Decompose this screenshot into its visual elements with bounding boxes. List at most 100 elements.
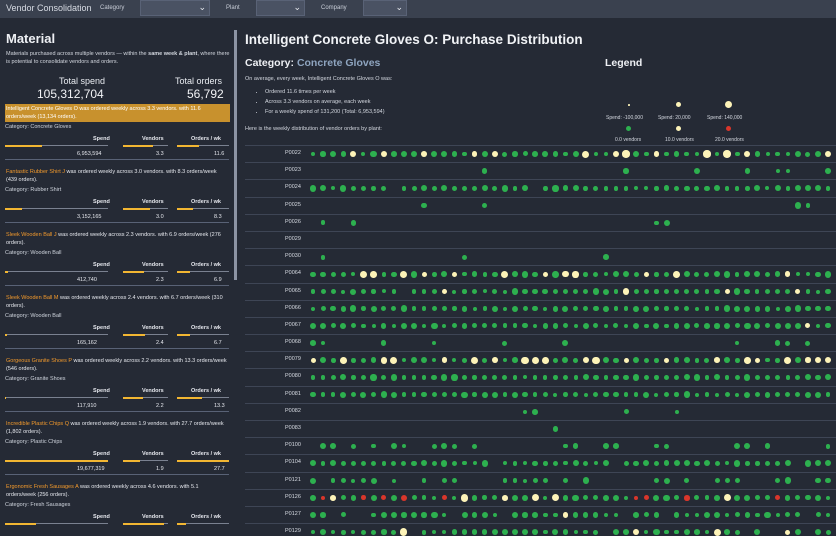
- left-scrollbar[interactable]: [234, 30, 237, 280]
- week-order-dot[interactable]: [825, 271, 832, 278]
- week-order-dot[interactable]: [501, 270, 509, 278]
- week-order-dot[interactable]: [411, 357, 417, 364]
- week-order-dot[interactable]: [794, 150, 802, 158]
- week-order-dot[interactable]: [411, 289, 417, 294]
- week-order-dot[interactable]: [663, 288, 670, 295]
- week-order-dot[interactable]: [744, 168, 750, 174]
- week-order-dot[interactable]: [330, 494, 336, 501]
- week-order-dot[interactable]: [562, 374, 569, 381]
- week-order-dot[interactable]: [472, 443, 477, 449]
- week-order-dot[interactable]: [563, 151, 568, 157]
- week-order-dot[interactable]: [714, 288, 720, 295]
- week-order-dot[interactable]: [805, 357, 811, 363]
- week-order-dot[interactable]: [734, 460, 741, 467]
- week-order-dot[interactable]: [815, 374, 821, 381]
- week-order-dot[interactable]: [421, 151, 427, 157]
- week-order-dot[interactable]: [310, 375, 316, 380]
- week-order-dot[interactable]: [815, 391, 821, 398]
- week-order-dot[interactable]: [794, 185, 801, 192]
- week-order-dot[interactable]: [784, 305, 791, 312]
- week-order-dot[interactable]: [583, 288, 589, 295]
- week-order-dot[interactable]: [724, 512, 730, 518]
- week-order-dot[interactable]: [572, 288, 579, 295]
- week-order-dot[interactable]: [794, 202, 801, 209]
- week-order-dot[interactable]: [735, 340, 740, 346]
- week-order-dot[interactable]: [623, 409, 629, 415]
- week-order-dot[interactable]: [643, 512, 649, 518]
- week-order-dot[interactable]: [482, 272, 487, 277]
- week-order-dot[interactable]: [804, 185, 811, 192]
- week-order-dot[interactable]: [723, 271, 731, 278]
- week-order-dot[interactable]: [745, 186, 750, 191]
- week-order-dot[interactable]: [502, 340, 508, 346]
- week-order-dot[interactable]: [804, 374, 811, 381]
- week-order-dot[interactable]: [825, 288, 831, 295]
- week-order-dot[interactable]: [309, 460, 316, 467]
- week-order-dot[interactable]: [694, 185, 700, 191]
- week-order-dot[interactable]: [693, 168, 700, 175]
- week-order-dot[interactable]: [310, 151, 316, 157]
- week-order-dot[interactable]: [582, 460, 589, 467]
- week-order-dot[interactable]: [683, 374, 690, 381]
- week-order-dot[interactable]: [572, 151, 579, 157]
- week-order-dot[interactable]: [391, 306, 397, 312]
- week-order-dot[interactable]: [775, 392, 781, 398]
- week-order-dot[interactable]: [755, 495, 760, 501]
- week-order-dot[interactable]: [754, 391, 761, 398]
- week-order-dot[interactable]: [462, 289, 467, 294]
- week-order-dot[interactable]: [481, 511, 488, 519]
- week-order-dot[interactable]: [633, 322, 640, 330]
- week-order-dot[interactable]: [350, 391, 357, 398]
- week-order-dot[interactable]: [370, 477, 377, 484]
- week-order-dot[interactable]: [664, 323, 669, 329]
- week-order-dot[interactable]: [663, 460, 670, 467]
- week-order-dot[interactable]: [795, 272, 800, 277]
- week-order-dot[interactable]: [784, 460, 791, 467]
- week-order-dot[interactable]: [371, 512, 376, 518]
- week-order-dot[interactable]: [552, 460, 559, 467]
- week-order-dot[interactable]: [724, 357, 730, 364]
- week-order-dot[interactable]: [825, 186, 831, 191]
- week-order-dot[interactable]: [563, 444, 568, 449]
- week-order-dot[interactable]: [390, 511, 397, 519]
- week-order-dot[interactable]: [805, 391, 811, 398]
- week-order-dot[interactable]: [623, 168, 629, 174]
- week-order-dot[interactable]: [593, 391, 599, 398]
- week-order-dot[interactable]: [401, 358, 406, 363]
- week-order-dot[interactable]: [401, 185, 407, 191]
- week-order-dot[interactable]: [411, 392, 417, 398]
- week-order-dot[interactable]: [552, 305, 559, 312]
- week-order-dot[interactable]: [461, 305, 468, 312]
- week-order-dot[interactable]: [542, 512, 548, 518]
- week-order-dot[interactable]: [471, 529, 478, 535]
- week-order-dot[interactable]: [724, 288, 730, 294]
- week-order-dot[interactable]: [663, 477, 670, 484]
- week-order-dot[interactable]: [350, 185, 357, 192]
- week-order-dot[interactable]: [371, 443, 376, 449]
- week-order-dot[interactable]: [432, 358, 437, 363]
- week-order-dot[interactable]: [784, 494, 791, 501]
- week-order-dot[interactable]: [451, 529, 458, 535]
- week-order-dot[interactable]: [522, 512, 528, 518]
- week-order-dot[interactable]: [694, 323, 700, 329]
- week-order-dot[interactable]: [482, 306, 487, 311]
- week-order-dot[interactable]: [441, 374, 448, 381]
- week-order-dot[interactable]: [765, 323, 770, 329]
- week-order-dot[interactable]: [634, 495, 639, 500]
- week-order-dot[interactable]: [623, 392, 629, 397]
- week-order-dot[interactable]: [543, 495, 548, 500]
- week-order-dot[interactable]: [572, 271, 579, 278]
- week-order-dot[interactable]: [310, 511, 316, 518]
- week-order-dot[interactable]: [683, 460, 690, 467]
- week-order-dot[interactable]: [724, 529, 730, 535]
- week-order-dot[interactable]: [825, 477, 831, 484]
- week-order-dot[interactable]: [542, 477, 549, 484]
- week-order-dot[interactable]: [432, 340, 437, 346]
- week-order-dot[interactable]: [562, 339, 569, 347]
- week-order-dot[interactable]: [491, 305, 498, 312]
- week-order-dot[interactable]: [431, 306, 437, 312]
- week-order-dot[interactable]: [511, 511, 519, 519]
- week-order-dot[interactable]: [350, 151, 357, 157]
- week-order-dot[interactable]: [330, 478, 336, 483]
- week-order-dot[interactable]: [441, 495, 447, 501]
